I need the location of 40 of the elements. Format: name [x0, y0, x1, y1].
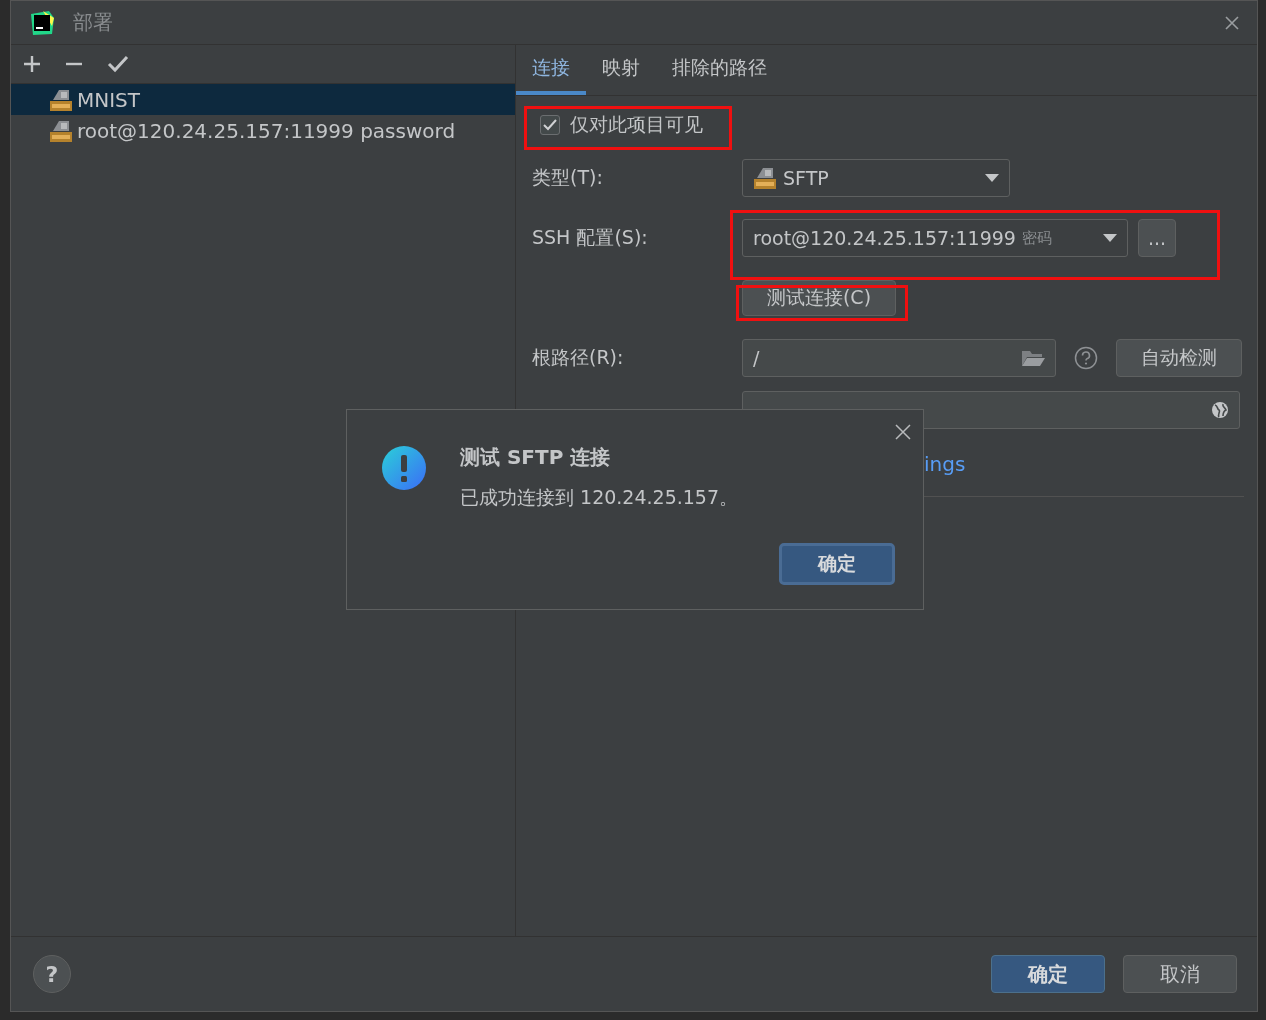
ok-button[interactable]: 确定: [779, 543, 895, 585]
app-logo-icon: [29, 9, 55, 36]
test-connection-button[interactable]: 测试连接(C): [742, 280, 896, 316]
folder-icon[interactable]: [1021, 349, 1045, 367]
cancel-button[interactable]: 取消: [1123, 955, 1237, 993]
settings-link[interactable]: ings: [924, 452, 966, 476]
dialog-title: 测试 SFTP 连接: [460, 444, 612, 471]
globe-icon: [1211, 401, 1229, 419]
dialog-message: 已成功连接到 120.24.25.157。: [460, 485, 739, 510]
type-dropdown[interactable]: SFTP: [742, 159, 1010, 197]
caret-icon: [985, 174, 999, 182]
browse-button[interactable]: ...: [1138, 219, 1176, 257]
sftp-icon: [753, 166, 777, 190]
help-button[interactable]: ?: [33, 955, 71, 993]
ssh-dropdown[interactable]: root@120.24.25.157:11999 密码: [742, 219, 1128, 257]
warning-icon: [382, 446, 426, 490]
checkbox-label: 仅对此项目可见: [570, 112, 703, 137]
server-item[interactable]: root@120.24.25.157:11999 password: [11, 115, 515, 146]
server-item[interactable]: MNIST: [11, 84, 515, 115]
add-icon[interactable]: [23, 55, 41, 73]
close-icon[interactable]: [1225, 15, 1239, 30]
server-name: MNIST: [77, 87, 141, 112]
root-path-field[interactable]: /: [742, 339, 1056, 377]
sftp-icon: [49, 87, 73, 112]
tab[interactable]: 映射: [586, 45, 656, 95]
field-label: 类型(T):: [532, 165, 604, 190]
tab[interactable]: 排除的路径: [656, 45, 783, 95]
field-label: SSH 配置(S):: [532, 225, 649, 250]
field-label: 根路径(R):: [532, 345, 625, 370]
caret-icon: [1103, 234, 1117, 242]
checkmark-icon[interactable]: [107, 55, 129, 73]
window-title: 部署: [73, 9, 113, 36]
tab[interactable]: 连接: [516, 45, 586, 95]
close-icon[interactable]: [895, 424, 911, 440]
help-icon[interactable]: [1074, 346, 1098, 370]
ok-button[interactable]: 确定: [991, 955, 1105, 993]
autodetect-button[interactable]: 自动检测: [1116, 339, 1242, 377]
server-name: root@120.24.25.157:11999 password: [77, 118, 456, 143]
checkbox[interactable]: [540, 115, 560, 135]
sftp-icon: [49, 118, 73, 143]
